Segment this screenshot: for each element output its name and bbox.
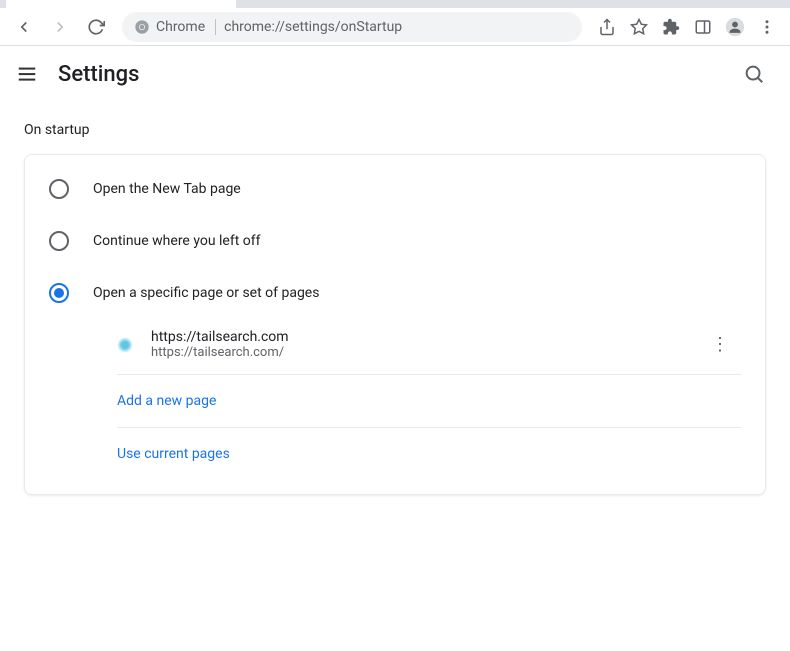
startup-page-entry: https://tailsearch.com https://tailsearc… <box>25 319 765 370</box>
back-button[interactable] <box>8 11 40 43</box>
divider <box>117 427 741 428</box>
entry-menu-button[interactable]: ⋮ <box>699 330 741 359</box>
omnibox-url: chrome://settings/onStartup <box>224 19 402 35</box>
radio-icon <box>49 179 69 199</box>
extensions-button[interactable] <box>656 11 686 43</box>
profile-button[interactable] <box>720 11 750 43</box>
close-window-button[interactable] <box>744 0 790 4</box>
radio-option-new-tab[interactable]: Open the New Tab page <box>25 163 765 215</box>
radio-label: Open the New Tab page <box>93 181 241 197</box>
minimize-button[interactable] <box>652 0 698 4</box>
site-info[interactable]: Chrome <box>134 19 216 35</box>
divider <box>117 374 741 375</box>
section-title: On startup <box>24 122 766 138</box>
radio-icon <box>49 231 69 251</box>
reload-button[interactable] <box>80 11 112 43</box>
add-page-link[interactable]: Add a new page <box>25 379 765 423</box>
settings-menu-button[interactable] <box>16 63 38 85</box>
entry-title: https://tailsearch.com <box>151 329 681 345</box>
page-title: Settings <box>58 62 139 87</box>
browser-menu-button[interactable] <box>752 11 782 43</box>
radio-label: Continue where you left off <box>93 233 261 249</box>
search-icon <box>743 63 765 85</box>
radio-label: Open a specific page or set of pages <box>93 285 319 301</box>
address-bar[interactable]: Chrome chrome://settings/onStartup <box>122 12 582 42</box>
omnibox-label: Chrome <box>156 19 205 35</box>
chrome-icon <box>134 19 150 35</box>
radio-icon-selected <box>49 283 69 303</box>
use-current-pages-link[interactable]: Use current pages <box>25 432 765 476</box>
forward-button[interactable] <box>44 11 76 43</box>
bookmark-button[interactable] <box>624 11 654 43</box>
startup-card: Open the New Tab page Continue where you… <box>24 154 766 495</box>
entry-url: https://tailsearch.com/ <box>151 345 681 360</box>
tab-search-button[interactable] <box>606 0 652 4</box>
browser-tab[interactable]: Settings ✕ <box>6 0 236 8</box>
radio-option-continue[interactable]: Continue where you left off <box>25 215 765 267</box>
new-tab-button[interactable]: + <box>244 0 272 4</box>
maximize-button[interactable] <box>698 0 744 4</box>
favicon-icon <box>117 337 133 353</box>
share-button[interactable] <box>592 11 622 43</box>
radio-option-specific-pages[interactable]: Open a specific page or set of pages <box>25 267 765 319</box>
search-settings-button[interactable] <box>734 54 774 94</box>
sidepanel-button[interactable] <box>688 11 718 43</box>
